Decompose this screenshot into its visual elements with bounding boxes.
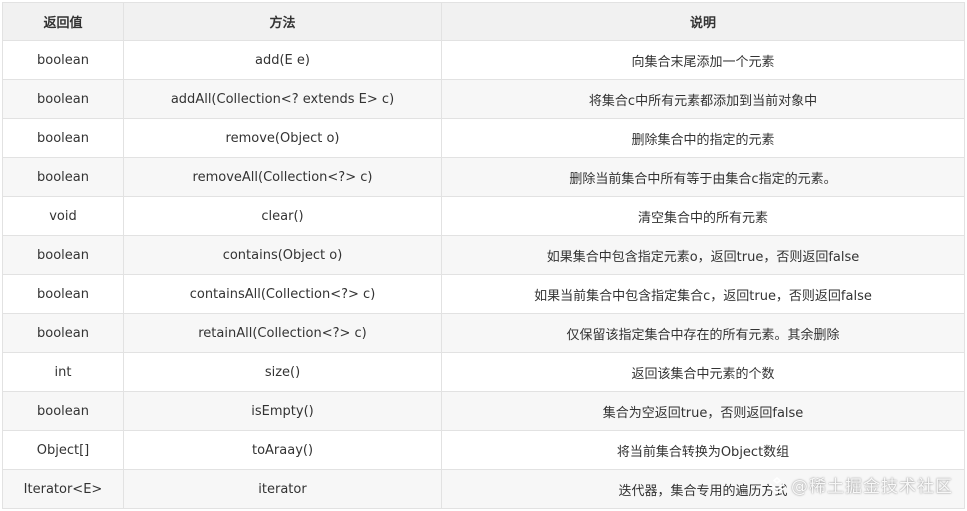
table-row: boolean add(E e) 向集合末尾添加一个元素 xyxy=(2,40,965,80)
cell-return-type: void xyxy=(2,196,124,236)
cell-method: toAraay() xyxy=(123,430,442,470)
cell-method: clear() xyxy=(123,196,442,236)
cell-return-type: int xyxy=(2,352,124,392)
cell-method: contains(Object o) xyxy=(123,235,442,275)
cell-return-type: Object[] xyxy=(2,430,124,470)
cell-return-type: boolean xyxy=(2,118,124,158)
header-return-type: 返回值 xyxy=(2,2,124,41)
cell-description: 迭代器，集合专用的遍历方式 xyxy=(441,469,965,509)
cell-method: isEmpty() xyxy=(123,391,442,431)
header-description: 说明 xyxy=(441,2,965,41)
table-row: boolean containsAll(Collection<?> c) 如果当… xyxy=(2,274,965,314)
cell-method: size() xyxy=(123,352,442,392)
table-row: boolean addAll(Collection<? extends E> c… xyxy=(2,79,965,119)
table-row: boolean isEmpty() 集合为空返回true，否则返回false xyxy=(2,391,965,431)
cell-method: removeAll(Collection<?> c) xyxy=(123,157,442,197)
table-row: boolean retainAll(Collection<?> c) 仅保留该指… xyxy=(2,313,965,353)
cell-description: 删除集合中的指定的元素 xyxy=(441,118,965,158)
table-row: boolean remove(Object o) 删除集合中的指定的元素 xyxy=(2,118,965,158)
cell-description: 返回该集合中元素的个数 xyxy=(441,352,965,392)
cell-description: 清空集合中的所有元素 xyxy=(441,196,965,236)
cell-description: 仅保留该指定集合中存在的所有元素。其余删除 xyxy=(441,313,965,353)
cell-return-type: boolean xyxy=(2,79,124,119)
cell-description: 将当前集合转换为Object数组 xyxy=(441,430,965,470)
cell-method: retainAll(Collection<?> c) xyxy=(123,313,442,353)
table-row: int size() 返回该集合中元素的个数 xyxy=(2,352,965,392)
cell-return-type: boolean xyxy=(2,391,124,431)
cell-description: 将集合c中所有元素都添加到当前对象中 xyxy=(441,79,965,119)
table-row: boolean removeAll(Collection<?> c) 删除当前集… xyxy=(2,157,965,197)
cell-method: iterator xyxy=(123,469,442,509)
cell-description: 删除当前集合中所有等于由集合c指定的元素。 xyxy=(441,157,965,197)
cell-return-type: boolean xyxy=(2,235,124,275)
table-row: boolean contains(Object o) 如果集合中包含指定元素o，… xyxy=(2,235,965,275)
table-row: Object[] toAraay() 将当前集合转换为Object数组 xyxy=(2,430,965,470)
cell-return-type: boolean xyxy=(2,313,124,353)
method-table: 返回值 方法 说明 boolean add(E e) 向集合末尾添加一个元素 b… xyxy=(2,2,965,509)
table-row: void clear() 清空集合中的所有元素 xyxy=(2,196,965,236)
cell-description: 如果集合中包含指定元素o，返回true，否则返回false xyxy=(441,235,965,275)
cell-description: 如果当前集合中包含指定集合c，返回true，否则返回false xyxy=(441,274,965,314)
cell-method: addAll(Collection<? extends E> c) xyxy=(123,79,442,119)
table-row: Iterator<E> iterator 迭代器，集合专用的遍历方式 xyxy=(2,469,965,509)
cell-description: 集合为空返回true，否则返回false xyxy=(441,391,965,431)
cell-method: containsAll(Collection<?> c) xyxy=(123,274,442,314)
cell-return-type: boolean xyxy=(2,40,124,80)
header-method: 方法 xyxy=(123,2,442,41)
table-header-row: 返回值 方法 说明 xyxy=(2,2,965,41)
cell-description: 向集合末尾添加一个元素 xyxy=(441,40,965,80)
cell-return-type: boolean xyxy=(2,157,124,197)
cell-return-type: boolean xyxy=(2,274,124,314)
cell-return-type: Iterator<E> xyxy=(2,469,124,509)
cell-method: remove(Object o) xyxy=(123,118,442,158)
cell-method: add(E e) xyxy=(123,40,442,80)
